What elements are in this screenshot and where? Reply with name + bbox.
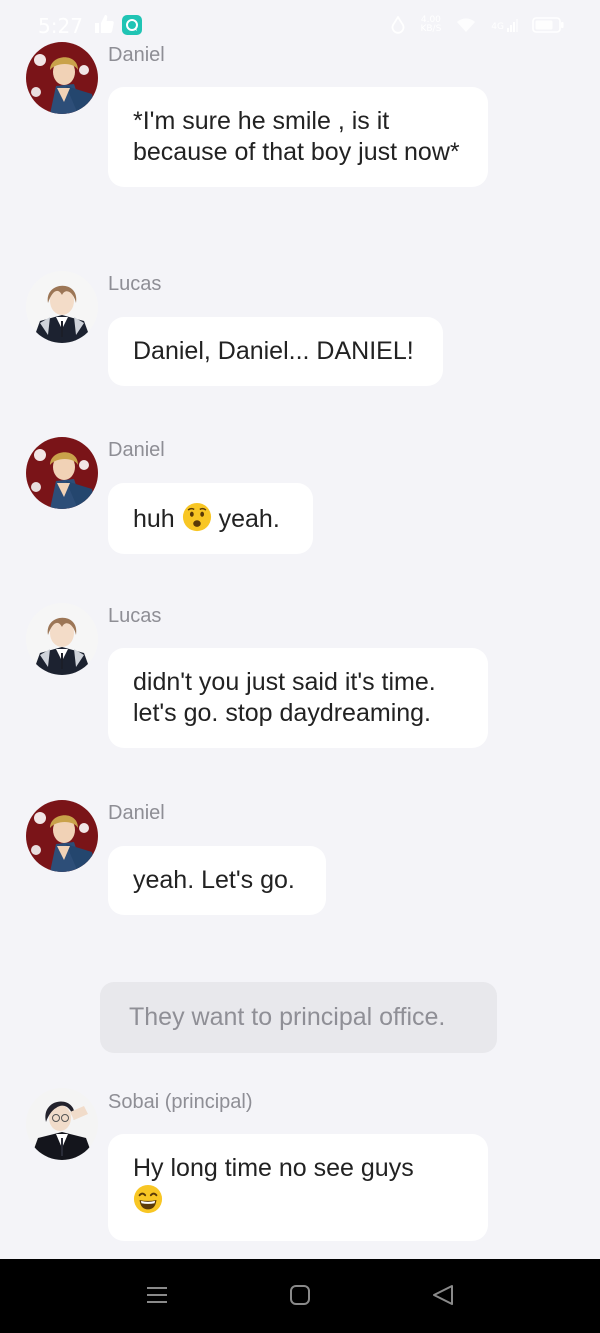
message-text-line: let's go. stop daydreaming. [133,699,431,727]
chat-screen: 5:27 4.00 KB/S 4G Daniel *I'm sure he sm… [0,0,600,1333]
message-text: *I'm sure he smile , is it because of th… [133,107,460,166]
message-text: huh [133,505,175,533]
sender-name: Lucas [108,605,162,627]
daniel-avatar[interactable] [26,437,98,509]
message-text: yeah. Let's go. [133,866,295,894]
sender-name: Daniel [108,802,165,824]
sender-name: Lucas [108,273,162,295]
sobai-avatar[interactable] [26,1088,98,1160]
lucas-avatar[interactable] [26,603,98,675]
thumbs-up-notification-icon [94,14,114,39]
sender-name: Daniel [108,44,165,66]
home-icon[interactable] [288,1283,312,1312]
message-bubble: huh yeah. [108,483,313,554]
message-bubble: Daniel, Daniel... DANIEL! [108,317,443,386]
network-type: 4G [491,21,504,32]
message-text-line: didn't you just said it's time. [133,668,436,696]
navigation-bar [0,1259,600,1333]
wifi-icon [457,18,476,32]
battery-icon [532,17,564,33]
data-rate: 4.00 KB/S [420,16,441,34]
grinning-face-emoji [133,1184,163,1214]
status-right-group: 4.00 KB/S 4G [390,16,564,34]
cellular-signal: 4G [491,18,518,32]
anxious-face-emoji [182,502,211,532]
message-text: Daniel, Daniel... DANIEL! [133,337,414,365]
message-bubble: Hy long time no see guys [108,1134,488,1241]
chat-app-notification-icon [122,15,142,40]
daniel-avatar[interactable] [26,42,98,114]
status-time: 5:27 [38,14,83,38]
data-rate-unit: KB/S [420,24,442,34]
menu-icon[interactable] [145,1283,169,1312]
narration-text: They want to principal office. [129,1003,446,1031]
signal-bars-icon [507,18,518,32]
narration-bubble: They want to principal office. [100,982,497,1053]
sender-name: Sobai (principal) [108,1091,253,1113]
message-text: Hy long time no see guys [133,1154,414,1182]
status-bar: 5:27 4.00 KB/S 4G [0,0,600,50]
message-bubble: didn't you just said it's time. let's go… [108,648,488,748]
sender-name: Daniel [108,439,165,461]
message-bubble: yeah. Let's go. [108,846,326,915]
daniel-avatar[interactable] [26,800,98,872]
message-text: yeah. [218,505,280,533]
back-icon[interactable] [430,1283,456,1312]
alarm-icon [392,16,405,34]
message-bubble: *I'm sure he smile , is it because of th… [108,87,488,187]
lucas-avatar[interactable] [26,271,98,343]
